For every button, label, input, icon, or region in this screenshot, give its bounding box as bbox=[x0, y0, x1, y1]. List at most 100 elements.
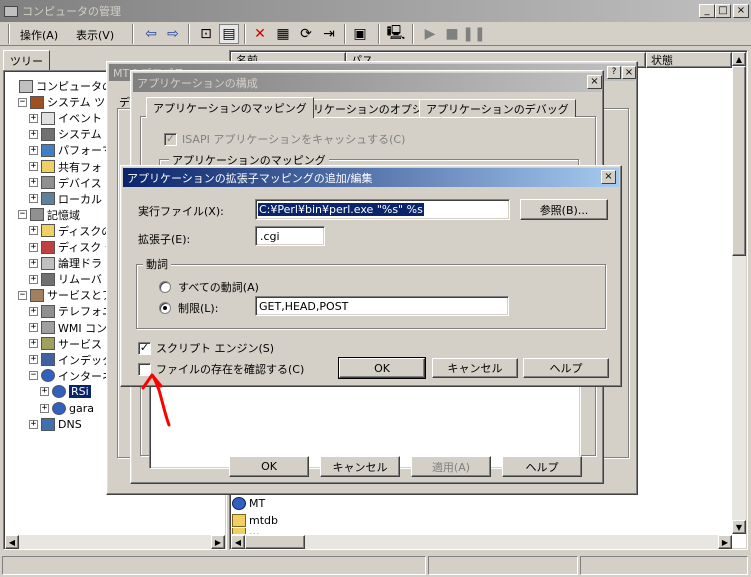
show-tree-icon[interactable]: ▤ bbox=[219, 24, 239, 44]
expand-icon[interactable]: + bbox=[29, 194, 38, 204]
expand-icon[interactable]: + bbox=[29, 339, 38, 349]
properties-close-button[interactable]: × bbox=[622, 66, 636, 79]
menu-action[interactable]: 操作(A) bbox=[20, 27, 58, 43]
expand-icon[interactable]: + bbox=[29, 419, 38, 429]
expand-icon[interactable]: + bbox=[29, 129, 38, 139]
list-item[interactable]: ... bbox=[232, 528, 260, 534]
tree-item[interactable]: + gara bbox=[40, 400, 94, 416]
tree-item[interactable]: + イベント bbox=[29, 110, 102, 126]
scroll-down-icon[interactable]: ▼ bbox=[732, 520, 746, 534]
tree-item[interactable]: + デバイス bbox=[29, 175, 102, 191]
tree-hscrollbar[interactable]: ◀ ▶ bbox=[5, 535, 225, 549]
scroll-up-icon[interactable]: ▲ bbox=[732, 52, 746, 66]
cache-isapi-checkbox[interactable]: ✓ bbox=[164, 132, 177, 146]
expand-icon[interactable]: + bbox=[29, 226, 38, 236]
browse-button[interactable]: 参照(B)... bbox=[520, 199, 608, 220]
tree-item[interactable]: + RSi bbox=[40, 384, 91, 400]
expand-icon[interactable]: + bbox=[29, 178, 38, 188]
list-hscrollbar[interactable]: ◀ ▶ bbox=[231, 535, 732, 549]
limit-radio[interactable] bbox=[159, 302, 171, 314]
tree-item[interactable]: + ディスク デ bbox=[29, 239, 116, 255]
list-item[interactable]: mtdb bbox=[232, 512, 278, 528]
all-verbs-radio-row[interactable]: すべての動詞(A) bbox=[159, 279, 259, 295]
collapse-icon[interactable]: − bbox=[18, 97, 27, 107]
expand-icon[interactable]: + bbox=[29, 113, 38, 123]
forward-arrow-icon[interactable]: ⇨ bbox=[163, 24, 183, 44]
ext-mapping-close-button[interactable]: × bbox=[601, 170, 616, 184]
tree-item[interactable]: − インターネ bbox=[29, 368, 113, 384]
expand-icon[interactable]: + bbox=[40, 403, 49, 413]
expand-icon[interactable]: + bbox=[29, 355, 38, 365]
app-config-cancel-button[interactable]: キャンセル bbox=[320, 456, 400, 477]
all-verbs-radio[interactable] bbox=[159, 281, 171, 293]
col-header-status[interactable]: 状態 bbox=[646, 52, 732, 68]
tree-item[interactable]: + システム bbox=[29, 126, 102, 142]
limit-field[interactable]: GET,HEAD,POST bbox=[255, 296, 509, 316]
close-button[interactable]: × bbox=[733, 4, 749, 18]
menu-view[interactable]: 表示(V) bbox=[76, 27, 114, 43]
tree-item[interactable]: + WMI コン bbox=[29, 320, 107, 336]
tab-tree[interactable]: ツリー bbox=[3, 50, 50, 70]
expand-icon[interactable]: + bbox=[40, 387, 49, 397]
ext-help-button[interactable]: ヘルプ bbox=[523, 358, 609, 378]
tree-item[interactable]: + サービス bbox=[29, 336, 102, 352]
scroll-right-icon[interactable]: ▶ bbox=[211, 535, 225, 549]
limit-radio-row[interactable]: 制限(L): bbox=[159, 300, 218, 316]
tree-item[interactable]: − システム ツー bbox=[18, 94, 116, 110]
ext-ok-button[interactable]: OK bbox=[338, 357, 426, 379]
ext-cancel-button[interactable]: キャンセル bbox=[432, 358, 518, 378]
tree-item[interactable]: + DNS bbox=[29, 416, 82, 432]
app-config-close-button[interactable]: × bbox=[587, 75, 602, 89]
tree-item[interactable]: + ディスクの bbox=[29, 223, 112, 239]
scroll-right-icon[interactable]: ▶ bbox=[718, 535, 732, 549]
tree-item[interactable]: + 共有フォ bbox=[29, 159, 102, 175]
tree-item[interactable]: + 論理ドラ bbox=[29, 255, 102, 271]
executable-field[interactable]: C:¥Perl¥bin¥perl.exe "%s" %s bbox=[255, 199, 510, 220]
collapse-icon[interactable]: − bbox=[18, 290, 27, 300]
tree-item[interactable]: + パフォーマ bbox=[29, 142, 113, 158]
tree-item[interactable]: + リムーバ bbox=[29, 271, 102, 287]
back-arrow-icon[interactable]: ⇦ bbox=[141, 24, 161, 44]
scroll-thumb[interactable] bbox=[732, 66, 746, 256]
refresh-icon[interactable]: ⟳ bbox=[296, 24, 316, 44]
pause-icon[interactable]: ❚❚ bbox=[462, 24, 485, 44]
expand-icon[interactable]: + bbox=[29, 162, 38, 171]
play-icon[interactable]: ▶ bbox=[420, 24, 440, 44]
expand-icon[interactable]: + bbox=[29, 145, 38, 155]
help-icon[interactable]: ▣ bbox=[350, 24, 370, 44]
expand-icon[interactable]: + bbox=[29, 274, 38, 284]
tree-item[interactable]: − 記憶域 bbox=[18, 207, 80, 223]
list-vscrollbar[interactable]: ▲ ▼ bbox=[732, 52, 746, 534]
list-item[interactable]: MT bbox=[232, 495, 265, 511]
script-engine-row[interactable]: ✓ スクリプト エンジン(S) bbox=[138, 340, 274, 356]
maximize-button[interactable]: □ bbox=[715, 4, 731, 18]
cache-isapi-checkbox-row[interactable]: ✓ ISAPI アプリケーションをキャッシュする(C) bbox=[164, 131, 405, 147]
tab-app-mapping[interactable]: アプリケーションのマッピング bbox=[146, 97, 314, 118]
minimize-button[interactable]: _ bbox=[699, 4, 715, 18]
app-config-apply-button[interactable]: 適用(A) bbox=[411, 456, 491, 477]
delete-icon[interactable]: ✕ bbox=[250, 24, 270, 44]
extension-field[interactable]: .cgi bbox=[255, 226, 325, 246]
collapse-icon[interactable]: − bbox=[29, 371, 38, 381]
properties-icon[interactable]: ▦ bbox=[273, 24, 293, 44]
up-folder-icon[interactable]: ⊡ bbox=[196, 24, 216, 44]
properties-help-button[interactable]: ? bbox=[607, 66, 621, 79]
script-engine-checkbox[interactable]: ✓ bbox=[138, 341, 151, 355]
app-config-ok-button[interactable]: OK bbox=[229, 456, 309, 477]
computer-connect-icon[interactable]: 🖳 bbox=[386, 24, 406, 44]
scroll-left-icon[interactable]: ◀ bbox=[231, 535, 245, 549]
stop-icon[interactable]: ■ bbox=[442, 24, 462, 44]
expand-icon[interactable]: + bbox=[29, 306, 38, 316]
scroll-left-icon[interactable]: ◀ bbox=[5, 535, 19, 549]
tree-item[interactable]: + ローカル bbox=[29, 191, 102, 207]
export-icon[interactable]: ⇥ bbox=[319, 24, 339, 44]
collapse-icon[interactable]: − bbox=[18, 210, 27, 220]
tab-app-debug[interactable]: アプリケーションのデバッグ bbox=[419, 99, 576, 117]
expand-icon[interactable]: + bbox=[29, 258, 38, 268]
app-config-help-button[interactable]: ヘルプ bbox=[502, 456, 582, 477]
tree-item[interactable]: + テレフォニ bbox=[29, 303, 113, 319]
scroll-thumb[interactable] bbox=[245, 535, 305, 549]
tree-item[interactable]: + インデック bbox=[29, 352, 113, 368]
expand-icon[interactable]: + bbox=[29, 323, 38, 332]
expand-icon[interactable]: + bbox=[29, 242, 38, 252]
